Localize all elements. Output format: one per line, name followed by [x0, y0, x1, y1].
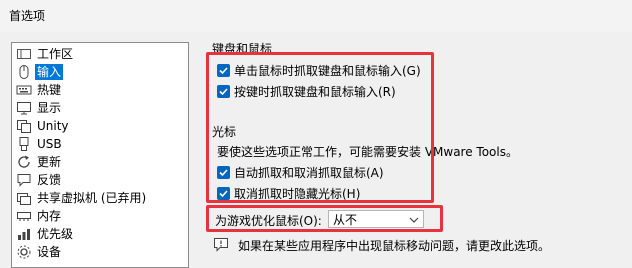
- info-text: 如果在某些应用程序中出现鼠标移动问题，请更改此选项。: [238, 239, 551, 253]
- sidebar-item-unity[interactable]: Unity: [16, 117, 186, 134]
- refresh-icon: [16, 154, 32, 170]
- sidebar-item-input[interactable]: 输入: [16, 63, 186, 80]
- highlight-box-game-optimize: [206, 205, 443, 232]
- sidebar-item-label: USB: [37, 136, 62, 151]
- sidebar-item-label: Unity: [37, 118, 69, 133]
- preferences-sidebar[interactable]: 工作区 输入 热键 显示 Unity USB 更新 反馈 共享虚拟机 (已弃用)…: [11, 42, 189, 268]
- highlight-box-input-options: [206, 52, 434, 203]
- mouse-icon: [16, 64, 32, 80]
- shared-vm-icon: [16, 190, 32, 206]
- sidebar-item-usb[interactable]: USB: [16, 135, 186, 152]
- info-icon: [213, 236, 229, 255]
- sidebar-item-priority[interactable]: 优先级: [16, 225, 186, 242]
- sidebar-item-label: 共享虚拟机 (已弃用): [37, 190, 147, 205]
- window-title: 首选项: [9, 9, 46, 23]
- sidebar-item-label: 优先级: [37, 226, 74, 241]
- sidebar-item-label: 设备: [37, 244, 62, 259]
- sidebar-item-label: 输入: [35, 63, 64, 80]
- sidebar-item-devices[interactable]: 设备: [16, 243, 186, 260]
- sidebar-item-label: 工作区: [37, 46, 74, 61]
- sidebar-item-updates[interactable]: 更新: [16, 153, 186, 170]
- sidebar-item-shared-vms[interactable]: 共享虚拟机 (已弃用): [16, 189, 186, 206]
- sidebar-item-label: 更新: [37, 154, 62, 169]
- feedback-icon: [16, 172, 32, 188]
- priority-icon: [16, 226, 32, 242]
- sidebar-item-label: 反馈: [37, 172, 62, 187]
- memory-icon: [16, 208, 32, 224]
- display-icon: [16, 100, 32, 116]
- sidebar-item-feedback[interactable]: 反馈: [16, 171, 186, 188]
- sidebar-item-memory[interactable]: 内存: [16, 207, 186, 224]
- sidebar-item-label: 热键: [37, 82, 62, 97]
- sidebar-item-label: 显示: [37, 100, 62, 115]
- usb-icon: [16, 136, 32, 152]
- workspace-icon: [16, 46, 32, 62]
- sidebar-item-display[interactable]: 显示: [16, 99, 186, 116]
- unity-icon: [16, 118, 32, 134]
- keyboard-icon: [16, 82, 32, 98]
- device-icon: [16, 244, 32, 260]
- sidebar-item-hotkeys[interactable]: 热键: [16, 81, 186, 98]
- title-bar: 首选项: [0, 0, 632, 32]
- sidebar-item-label: 内存: [37, 208, 62, 223]
- sidebar-item-workspace[interactable]: 工作区: [16, 45, 186, 62]
